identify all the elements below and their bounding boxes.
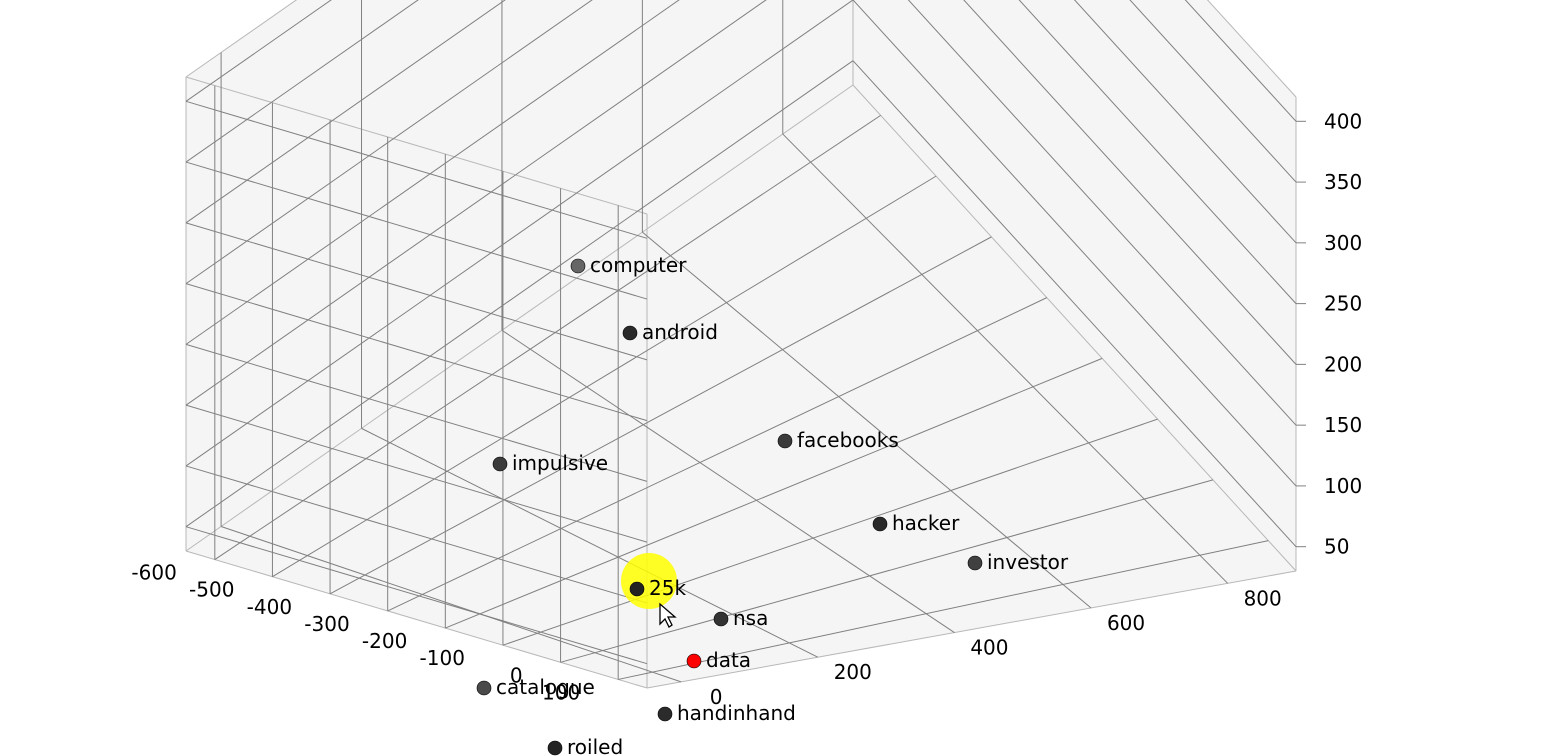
data-point-catalogue[interactable] xyxy=(477,681,491,695)
y-tick-label: -600 xyxy=(131,561,176,585)
data-label-android: android xyxy=(642,320,718,344)
y-tick-label: -300 xyxy=(304,612,349,636)
data-label-25k: 25k xyxy=(649,576,686,600)
x-tick-label: 600 xyxy=(1107,611,1145,635)
data-label-computer: computer xyxy=(590,253,687,277)
data-point-25k[interactable] xyxy=(630,582,644,596)
x-tick-label: 400 xyxy=(970,636,1008,660)
data-label-data: data xyxy=(706,648,751,672)
z-tick-label: 200 xyxy=(1324,352,1362,376)
data-point-roiled[interactable] xyxy=(548,741,562,755)
data-label-handinhand: handinhand xyxy=(677,701,796,725)
z-tick-label: 50 xyxy=(1324,535,1349,559)
z-tick-label: 400 xyxy=(1324,109,1362,133)
data-point-impulsive[interactable] xyxy=(493,457,507,471)
data-point-handinhand[interactable] xyxy=(658,707,672,721)
z-tick-label: 300 xyxy=(1324,231,1362,255)
data-label-investor: investor xyxy=(987,550,1069,574)
data-point-nsa[interactable] xyxy=(714,612,728,626)
z-tick-label: 100 xyxy=(1324,474,1362,498)
data-point-hacker[interactable] xyxy=(873,517,887,531)
data-label-hacker: hacker xyxy=(892,511,960,535)
data-label-roiled: roiled xyxy=(567,735,623,756)
data-point-computer[interactable] xyxy=(571,259,585,273)
y-tick-label: -400 xyxy=(247,595,292,619)
data-label-impulsive: impulsive xyxy=(512,451,608,475)
data-point-data[interactable] xyxy=(687,654,701,668)
scatter3d-chart[interactable]: 0200400600800-600-500-400-300-200-100010… xyxy=(0,0,1548,756)
data-point-android[interactable] xyxy=(623,326,637,340)
z-tick-label: 350 xyxy=(1324,170,1362,194)
data-label-facebooks: facebooks xyxy=(797,428,899,452)
z-tick-label: 250 xyxy=(1324,292,1362,316)
x-tick-label: 800 xyxy=(1244,586,1282,610)
data-point-investor[interactable] xyxy=(968,556,982,570)
y-tick-label: -500 xyxy=(189,578,234,602)
y-tick-label: -100 xyxy=(420,646,465,670)
data-label-nsa: nsa xyxy=(733,606,768,630)
data-point-facebooks[interactable] xyxy=(778,434,792,448)
x-tick-label: 200 xyxy=(834,660,872,684)
data-label-catalogue: catalogue xyxy=(496,675,595,699)
z-tick-label: 150 xyxy=(1324,413,1362,437)
y-tick-label: -200 xyxy=(362,629,407,653)
